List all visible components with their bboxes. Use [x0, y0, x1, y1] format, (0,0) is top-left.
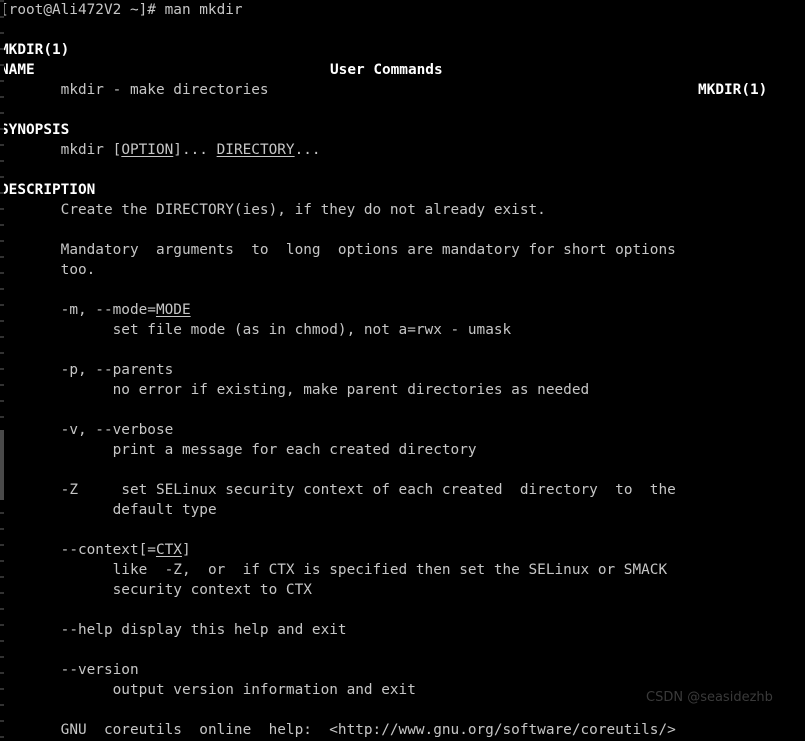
option-desc-selinux-inline: set SELinux security context of each cre…: [121, 482, 676, 498]
option-flag-context: --context[=: [60, 542, 156, 558]
option-flag-parents: -p, --parents: [60, 362, 174, 378]
scrollbar-ticks: [0, 0, 4, 741]
option-desc-mode-text: set file mode (as in chmod), not a=rwx -…: [112, 322, 512, 338]
option-entry-selinux: -Z set SELinux security context of each …: [0, 480, 805, 500]
man-header-right: MKDIR(1): [698, 82, 768, 98]
synopsis-directory-token: DIRECTORY: [216, 142, 295, 158]
option-entry-parents: -p, --parents: [0, 360, 805, 380]
option-flag-selinux: -Z: [60, 482, 78, 498]
description-paragraph-1: Create the DIRECTORY(ies), if they do no…: [0, 200, 805, 220]
man-page-header: MKDIR(1) User Commands MKDIR(1): [0, 20, 805, 98]
terminal-window[interactable]: [root@Ali472V2 ~]# man mkdir MKDIR(1) Us…: [0, 0, 805, 741]
option-desc-selinux-text: default type: [112, 502, 217, 518]
option-entry-version: --version: [0, 660, 805, 680]
description-paragraph-2: Mandatory arguments to long options are …: [0, 240, 805, 260]
terminal-screen: [root@Ali472V2 ~]# man mkdir MKDIR(1) Us…: [0, 0, 805, 740]
synopsis-bracket-close: ]...: [173, 142, 217, 158]
description-line-1: Create the DIRECTORY(ies), if they do no…: [60, 202, 546, 218]
option-desc-version-text: output version information and exit: [112, 682, 416, 698]
description-line-3: too.: [60, 262, 96, 278]
option-flag-verbose: -v, --verbose: [60, 422, 174, 438]
option-flag-mode: -m, --mode=: [60, 302, 156, 318]
synopsis-body: mkdir [OPTION]... DIRECTORY...: [0, 140, 805, 160]
name-body: mkdir - make directories: [0, 80, 805, 100]
description-line-2: Mandatory arguments to long options are …: [60, 242, 676, 258]
option-desc-selinux-cont: default type: [0, 500, 805, 520]
scrollbar-track[interactable]: [0, 0, 4, 741]
scrollbar-thumb[interactable]: [0, 430, 4, 500]
option-entry-mode: -m, --mode=MODE: [0, 300, 805, 320]
synopsis-bracket-open: [: [112, 142, 122, 158]
man-header-center: User Commands: [330, 62, 443, 78]
option-desc-context-text-2: security context to CTX: [112, 582, 312, 598]
option-desc-context-cont: security context to CTX: [0, 580, 805, 600]
name-body-text: mkdir - make directories: [60, 82, 269, 98]
option-flag-context-tail: ]: [181, 542, 191, 558]
footer-gnu-help: GNU coreutils online help: <http://www.g…: [0, 720, 805, 740]
option-desc-help-inline: display this help and exit: [112, 622, 347, 638]
option-desc-verbose: print a message for each created directo…: [0, 440, 805, 460]
option-desc-context-text-1: like -Z, or if CTX is specified then set…: [112, 562, 668, 578]
man-header-left: MKDIR(1): [0, 42, 70, 58]
synopsis-command: mkdir: [60, 142, 113, 158]
synopsis-option-token: OPTION: [121, 142, 174, 158]
section-heading-synopsis: SYNOPSIS: [0, 122, 70, 138]
description-paragraph-2-cont: too.: [0, 260, 805, 280]
option-entry-help: --help display this help and exit: [0, 620, 805, 640]
option-arg-mode: MODE: [155, 302, 191, 318]
section-heading-description: DESCRIPTION: [0, 182, 96, 198]
option-desc-context: like -Z, or if CTX is specified then set…: [0, 560, 805, 580]
synopsis-ellipsis: ...: [294, 142, 321, 158]
option-desc-mode: set file mode (as in chmod), not a=rwx -…: [0, 320, 805, 340]
shell-prompt-line: [root@Ali472V2 ~]# man mkdir: [0, 2, 243, 18]
option-desc-parents-text: no error if existing, make parent direct…: [112, 382, 590, 398]
option-desc-parents: no error if existing, make parent direct…: [0, 380, 805, 400]
option-entry-verbose: -v, --verbose: [0, 420, 805, 440]
footer-gnu-help-text: GNU coreutils online help: <http://www.g…: [60, 722, 676, 738]
option-flag-version: --version: [60, 662, 139, 678]
option-desc-version: output version information and exit: [0, 680, 805, 700]
option-desc-verbose-text: print a message for each created directo…: [112, 442, 477, 458]
option-entry-context: --context[=CTX]: [0, 540, 805, 560]
option-arg-context: CTX: [155, 542, 182, 558]
option-flag-help: --help: [60, 622, 113, 638]
